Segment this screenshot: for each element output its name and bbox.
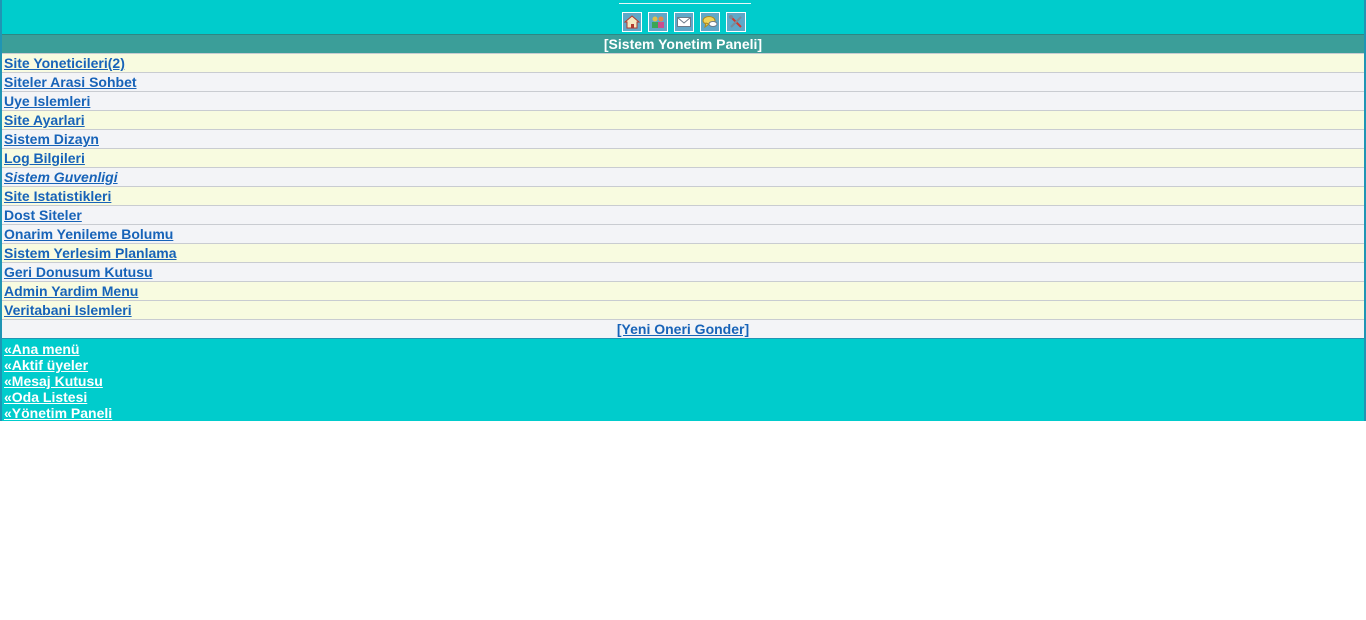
chat-icon[interactable] <box>700 12 720 32</box>
admin-frame: [Sistem Yonetim Paneli] Site Yoneticiler… <box>0 0 1366 421</box>
admin-menu: Site Yoneticileri(2) Siteler Arasi Sohbe… <box>2 53 1364 319</box>
menu-item-siteler-arasi-sohbet: Siteler Arasi Sohbet <box>2 72 1364 91</box>
menu-link[interactable]: Onarim Yenileme Bolumu <box>4 226 173 242</box>
menu-link[interactable]: Site Istatistikleri <box>4 188 111 204</box>
home-icon[interactable] <box>622 12 642 32</box>
menu-item-geri-donusum: Geri Donusum Kutusu <box>2 262 1364 281</box>
menu-link[interactable]: Dost Siteler <box>4 207 82 223</box>
nav-link-main-menu[interactable]: «Ana menü <box>4 341 1364 357</box>
menu-link[interactable]: Site Ayarlari <box>4 112 85 128</box>
nav-link-admin-panel[interactable]: «Yönetim Paneli <box>4 405 1364 421</box>
nav-link-room-list[interactable]: «Oda Listesi <box>4 389 1364 405</box>
users-icon[interactable] <box>648 12 668 32</box>
menu-link[interactable]: Admin Yardim Menu <box>4 283 138 299</box>
menu-item-site-ayarlari: Site Ayarlari <box>2 110 1364 129</box>
toolbar-icons <box>622 12 746 32</box>
menu-item-veritabani: Veritabani Islemleri <box>2 300 1364 319</box>
menu-item-site-yoneticileri: Site Yoneticileri(2) <box>2 53 1364 72</box>
new-suggestion-link[interactable]: [Yeni Oneri Gonder] <box>617 321 749 337</box>
menu-item-sistem-guvenligi: Sistem Guvenligi <box>2 167 1364 186</box>
menu-item-dost-siteler: Dost Siteler <box>2 205 1364 224</box>
mail-icon[interactable] <box>674 12 694 32</box>
menu-link[interactable]: Sistem Guvenligi <box>4 169 118 185</box>
top-toolbar <box>2 0 1364 34</box>
menu-item-site-istatistikleri: Site Istatistikleri <box>2 186 1364 205</box>
menu-link[interactable]: Sistem Yerlesim Planlama <box>4 245 177 261</box>
suggest-row: [Yeni Oneri Gonder] <box>2 319 1364 338</box>
nav-link-active-members[interactable]: «Aktif üyeler <box>4 357 1364 373</box>
bottom-nav: «Ana menü «Aktif üyeler «Mesaj Kutusu «O… <box>2 338 1364 421</box>
menu-link[interactable]: Site Yoneticileri(2) <box>4 55 125 71</box>
tools-icon[interactable] <box>726 12 746 32</box>
menu-item-log-bilgileri: Log Bilgileri <box>2 148 1364 167</box>
menu-item-admin-yardim: Admin Yardim Menu <box>2 281 1364 300</box>
menu-item-sistem-dizayn: Sistem Dizayn <box>2 129 1364 148</box>
menu-link[interactable]: Sistem Dizayn <box>4 131 99 147</box>
toolbar-divider <box>619 3 751 4</box>
menu-item-uye-islemleri: Uye Islemleri <box>2 91 1364 110</box>
menu-link[interactable]: Veritabani Islemleri <box>4 302 132 318</box>
menu-link[interactable]: Siteler Arasi Sohbet <box>4 74 137 90</box>
menu-link[interactable]: Uye Islemleri <box>4 93 90 109</box>
menu-link[interactable]: Log Bilgileri <box>4 150 85 166</box>
menu-item-onarim-yenileme: Onarim Yenileme Bolumu <box>2 224 1364 243</box>
menu-item-sistem-yerlesim: Sistem Yerlesim Planlama <box>2 243 1364 262</box>
menu-link[interactable]: Geri Donusum Kutusu <box>4 264 153 280</box>
panel-title: [Sistem Yonetim Paneli] <box>2 34 1364 53</box>
nav-link-inbox[interactable]: «Mesaj Kutusu <box>4 373 1364 389</box>
